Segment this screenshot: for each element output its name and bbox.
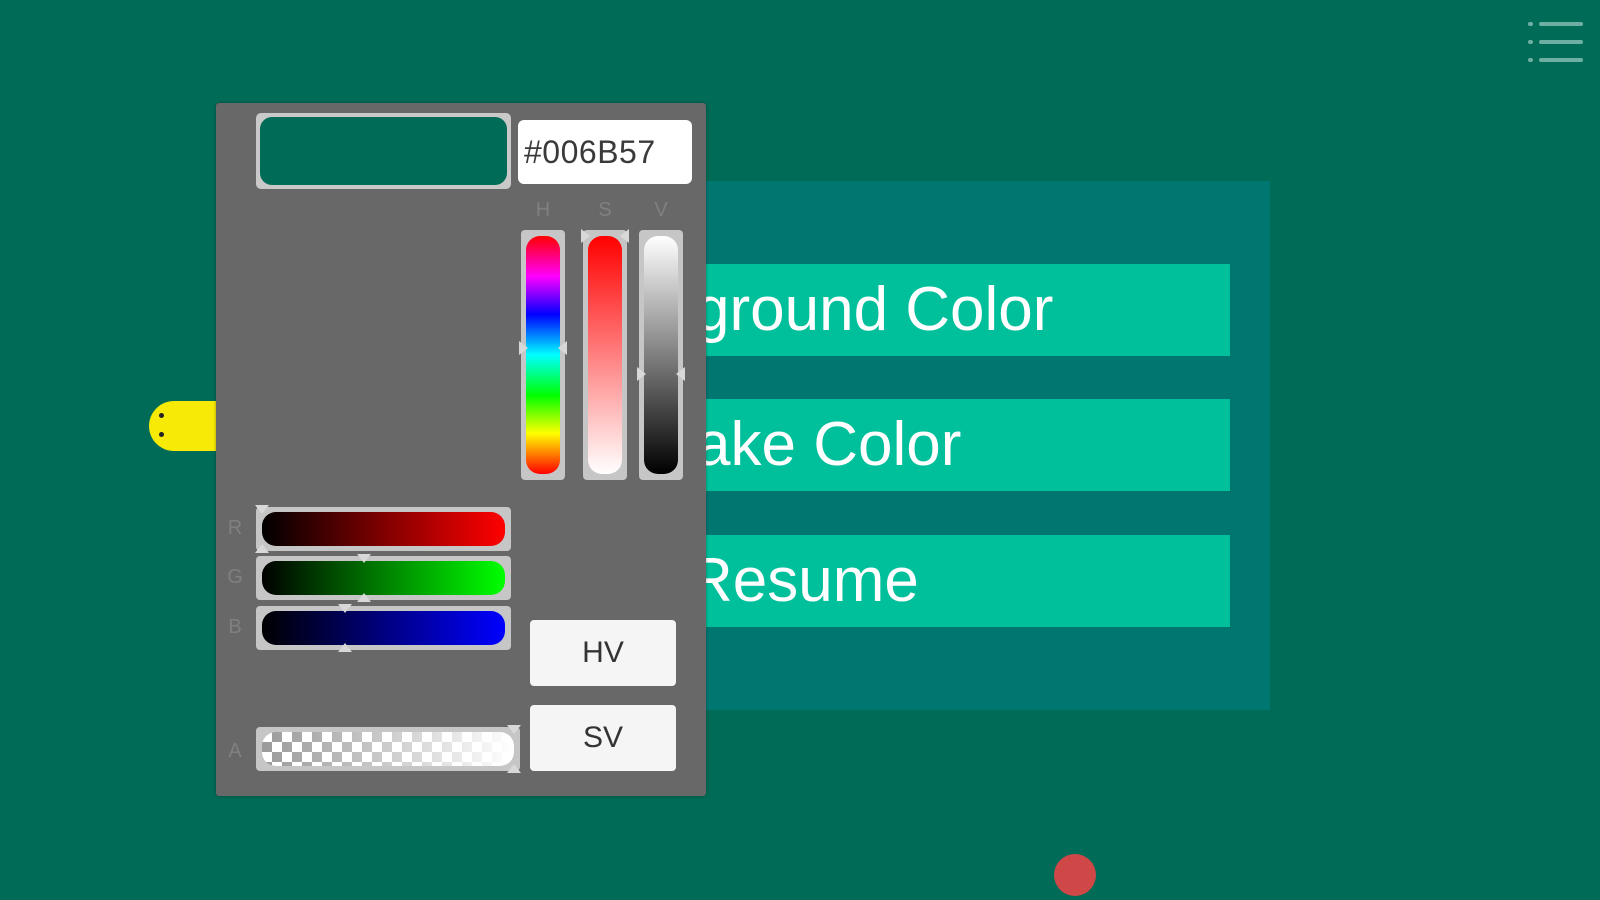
green-slider-handle[interactable]: [357, 554, 372, 602]
hue-label: H: [535, 199, 551, 221]
snake-eye: [159, 413, 164, 418]
hue-slider-handle[interactable]: [519, 340, 567, 355]
snake-eye: [159, 432, 164, 437]
food-apple: [1054, 854, 1096, 896]
red-track: [262, 512, 505, 546]
menu-line: [1539, 40, 1583, 44]
background-color-button[interactable]: ground Color: [705, 264, 1230, 356]
resume-button-label: Resume: [705, 546, 919, 615]
green-label: G: [227, 566, 243, 588]
green-track: [262, 561, 505, 595]
blue-track: [262, 611, 505, 645]
value-slider[interactable]: [637, 230, 685, 480]
alpha-track: [262, 732, 514, 766]
snake-color-button[interactable]: ake Color: [705, 399, 1230, 491]
red-slider-handle[interactable]: [255, 505, 269, 553]
green-slider[interactable]: [256, 554, 511, 602]
color-picker-panel: #006B57 H S V R G B HV SV A: [216, 103, 706, 796]
hex-color-input[interactable]: #006B57: [518, 120, 692, 184]
resume-button[interactable]: Resume: [705, 535, 1230, 627]
snake-color-button-label: ake Color: [705, 410, 962, 479]
hue-slider[interactable]: [519, 230, 567, 480]
value-label: V: [654, 199, 668, 221]
menu-line: [1539, 22, 1583, 26]
color-preview-swatch: [260, 117, 507, 185]
saturation-track: [588, 236, 622, 474]
alpha-slider[interactable]: [256, 725, 521, 773]
hue-track: [526, 236, 560, 474]
menu-dot: [1528, 22, 1533, 26]
menu-dot: [1528, 58, 1533, 62]
alpha-slider-handle[interactable]: [507, 725, 521, 773]
saturation-slider[interactable]: [581, 229, 629, 480]
red-label: R: [227, 517, 243, 539]
hv-mode-button[interactable]: HV: [530, 620, 676, 686]
value-slider-handle[interactable]: [637, 367, 685, 382]
blue-slider-handle[interactable]: [337, 604, 352, 652]
color-swatch-frame: [256, 113, 511, 189]
sv-mode-button[interactable]: SV: [530, 705, 676, 771]
menu-dot: [1528, 40, 1533, 44]
blue-label: B: [228, 616, 242, 638]
saturation-label: S: [598, 199, 612, 221]
value-track: [644, 236, 678, 474]
saturation-slider-handle[interactable]: [581, 229, 629, 243]
hamburger-menu-icon[interactable]: [1528, 20, 1586, 64]
pause-menu-panel: ground Color ake Color Resume: [705, 181, 1270, 710]
background-color-button-label: ground Color: [705, 275, 1054, 344]
menu-line: [1539, 58, 1583, 62]
red-slider[interactable]: [255, 505, 511, 553]
alpha-label: A: [228, 740, 242, 762]
blue-slider[interactable]: [256, 604, 511, 652]
